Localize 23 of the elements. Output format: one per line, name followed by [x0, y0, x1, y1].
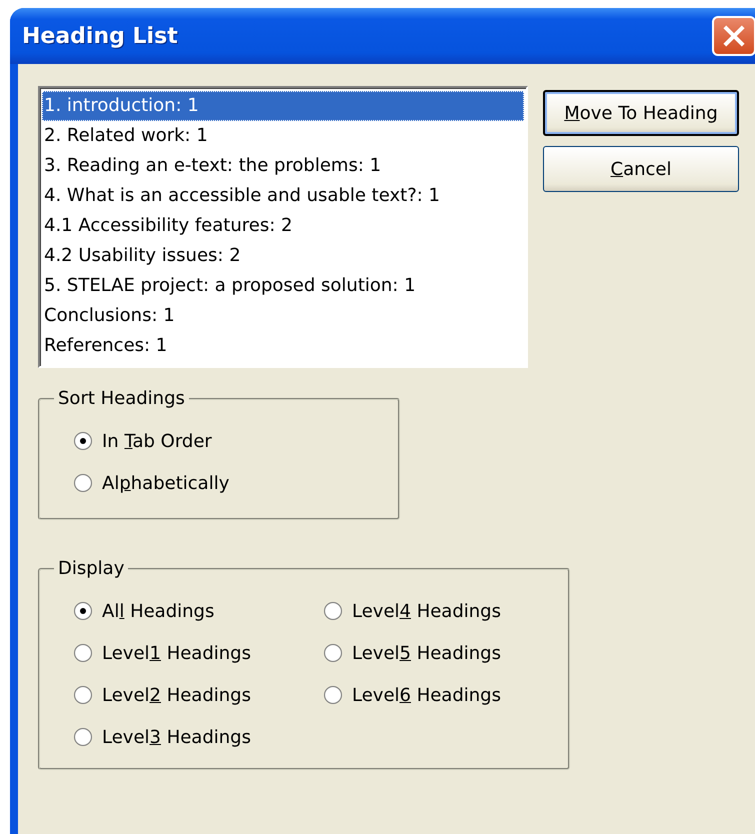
list-item[interactable]: 3. Reading an e-text: the problems: 1 [42, 151, 384, 181]
window-title: Heading List [22, 24, 179, 48]
list-item[interactable]: 1. introduction: 1 [42, 91, 524, 121]
radio-label[interactable]: Alphabetically [102, 472, 230, 494]
list-item[interactable]: 4.2 Usability issues: 2 [42, 241, 243, 271]
list-item[interactable]: 4. What is an accessible and usable text?: 1 [42, 181, 442, 211]
list-item[interactable]: 4.1 Accessibility features: 2 [42, 211, 294, 241]
list-item[interactable]: 2. Related work: 1 [42, 121, 210, 151]
radio-label[interactable]: Level1 Headings [102, 642, 251, 664]
radio-label[interactable]: All Headings [102, 600, 214, 622]
list-item[interactable]: References: 1 [42, 331, 170, 361]
radio-label[interactable]: Level2 Headings [102, 684, 251, 706]
radio-label[interactable]: In Tab Order [102, 430, 212, 452]
radio-label[interactable]: Level6 Headings [352, 684, 501, 706]
move-to-heading-button[interactable]: Move To Heading [543, 90, 739, 136]
group-title: Sort Headings [57, 388, 186, 409]
cancel-button[interactable]: Cancel [543, 146, 739, 192]
radio-label[interactable]: Level3 Headings [102, 726, 251, 748]
radio-label[interactable]: Level4 Headings [352, 600, 501, 622]
list-item[interactable]: 5. STELAE project: a proposed solution: 1 [42, 271, 418, 301]
radio-label[interactable]: Level5 Headings [352, 642, 501, 664]
list-item[interactable]: Conclusions: 1 [42, 301, 177, 331]
group-title: Display [57, 558, 126, 579]
